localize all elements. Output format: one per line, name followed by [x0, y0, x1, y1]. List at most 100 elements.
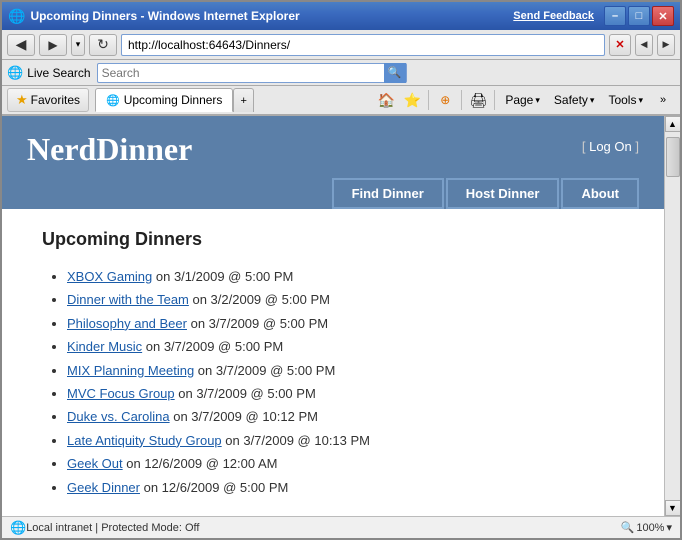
window-title: Upcoming Dinners - Windows Internet Expl… — [30, 9, 513, 23]
address-bar: ◀ ▶ ▾ ↻ ✕ ◀ ▶ — [2, 30, 680, 60]
page-menu[interactable]: Page ▾ — [499, 88, 546, 112]
site-title: NerdDinner — [27, 131, 192, 168]
title-bar: 🌐 Upcoming Dinners - Windows Internet Ex… — [2, 2, 680, 30]
safety-chevron: ▾ — [590, 95, 595, 106]
tab-bar: 🌐 Upcoming Dinners + — [95, 88, 254, 112]
list-item: XBOX Gaming on 3/1/2009 @ 5:00 PM — [67, 265, 624, 288]
address-input[interactable] — [121, 34, 605, 56]
back-button[interactable]: ◀ — [7, 34, 35, 56]
ie-tab-icon: 🌐 — [106, 94, 120, 107]
nav-dropdown[interactable]: ▾ — [71, 34, 85, 56]
zoom-chevron: ▾ — [666, 521, 672, 534]
upcoming-title: Upcoming Dinners — [42, 229, 624, 250]
bracket-close: ] — [635, 139, 639, 154]
log-on-area: [ Log On ] — [582, 139, 639, 154]
rss-icon[interactable]: ⊕ — [433, 88, 457, 112]
zoom-control[interactable]: 🔍 100% ▾ — [621, 521, 672, 534]
add-fav-icon[interactable]: ⭐ — [400, 88, 424, 112]
dinner-date: on 12/6/2009 @ 12:00 AM — [123, 456, 278, 471]
dinner-link[interactable]: XBOX Gaming — [67, 269, 152, 284]
site-header: NerdDinner [ Log On ] — [2, 116, 664, 168]
safety-menu[interactable]: Safety ▾ — [548, 88, 601, 112]
ie-logo-icon: 🌐 — [8, 8, 25, 25]
dinner-date: on 3/7/2009 @ 10:12 PM — [170, 409, 318, 424]
scroll-track[interactable] — [665, 132, 681, 500]
ie-logo-small: 🌐 — [7, 65, 23, 81]
toolbar: ★ Favorites 🌐 Upcoming Dinners + 🏠 ⭐ ⊕ 🖨… — [2, 86, 680, 116]
scroll-up-button[interactable]: ▲ — [665, 116, 681, 132]
bracket-open: [ — [582, 139, 589, 154]
maximize-button[interactable]: □ — [628, 6, 650, 26]
search-bar: 🌐 Live Search 🔍 — [2, 60, 680, 86]
list-item: Dinner with the Team on 3/2/2009 @ 5:00 … — [67, 288, 624, 311]
dinner-link[interactable]: Late Antiquity Study Group — [67, 433, 222, 448]
globe-status-icon: 🌐 — [10, 520, 26, 536]
dinner-date: on 3/7/2009 @ 5:00 PM — [187, 316, 328, 331]
new-tab-button[interactable]: + — [233, 88, 253, 112]
search-input[interactable] — [98, 66, 384, 80]
dinner-link[interactable]: Philosophy and Beer — [67, 316, 187, 331]
status-bar: 🌐 Local intranet | Protected Mode: Off 🔍… — [2, 516, 680, 538]
dinner-link[interactable]: Geek Dinner — [67, 480, 140, 495]
main-content: Upcoming Dinners XBOX Gaming on 3/1/2009… — [2, 209, 664, 516]
toolbar-right: 🏠 ⭐ ⊕ 🖨 Page ▾ Safety ▾ Tools ▾ » — [374, 88, 675, 112]
dinner-date: on 3/7/2009 @ 5:00 PM — [175, 386, 316, 401]
status-right: 🔍 100% ▾ — [621, 521, 672, 534]
tools-chevron: ▾ — [638, 95, 643, 106]
search-go-icon: 🔍 — [388, 66, 402, 79]
page-content: NerdDinner [ Log On ] Find Dinner Host D… — [2, 116, 664, 516]
list-item: MIX Planning Meeting on 3/7/2009 @ 5:00 … — [67, 359, 624, 382]
dinner-link[interactable]: Dinner with the Team — [67, 292, 189, 307]
home-icon[interactable]: 🏠 — [374, 88, 398, 112]
more-tools-icon[interactable]: » — [651, 88, 675, 112]
close-button[interactable]: ✕ — [652, 6, 674, 26]
stop-button[interactable]: ✕ — [609, 34, 631, 56]
find-dinner-tab[interactable]: Find Dinner — [332, 178, 444, 209]
refresh-button[interactable]: ↻ — [89, 34, 117, 56]
list-item: MVC Focus Group on 3/7/2009 @ 5:00 PM — [67, 382, 624, 405]
toolbar-separator-3 — [494, 90, 495, 110]
scroll-thumb[interactable] — [666, 137, 680, 177]
tools-menu[interactable]: Tools ▾ — [602, 88, 649, 112]
status-text: Local intranet | Protected Mode: Off — [26, 522, 199, 534]
dinner-date: on 3/7/2009 @ 5:00 PM — [142, 339, 283, 354]
feedback-link[interactable]: Send Feedback — [513, 10, 594, 22]
host-dinner-tab[interactable]: Host Dinner — [446, 178, 560, 209]
active-tab[interactable]: 🌐 Upcoming Dinners — [95, 88, 233, 112]
forward-button[interactable]: ▶ — [39, 34, 67, 56]
site-nav: Find Dinner Host Dinner About — [2, 168, 664, 209]
print-icon[interactable]: 🖨 — [466, 88, 490, 112]
search-label: Live Search — [27, 66, 90, 80]
page-label: Page — [505, 93, 533, 107]
search-go-button[interactable]: 🔍 — [384, 63, 406, 83]
dinner-date: on 3/7/2009 @ 10:13 PM — [222, 433, 370, 448]
dinner-date: on 3/1/2009 @ 5:00 PM — [152, 269, 293, 284]
list-item: Late Antiquity Study Group on 3/7/2009 @… — [67, 429, 624, 452]
list-item: Kinder Music on 3/7/2009 @ 5:00 PM — [67, 335, 624, 358]
log-on-link[interactable]: Log On — [589, 139, 632, 154]
dinner-date: on 12/6/2009 @ 5:00 PM — [140, 480, 288, 495]
content-wrapper: NerdDinner [ Log On ] Find Dinner Host D… — [2, 116, 680, 516]
list-item: Philosophy and Beer on 3/7/2009 @ 5:00 P… — [67, 312, 624, 335]
about-tab[interactable]: About — [561, 178, 639, 209]
dinner-link[interactable]: Duke vs. Carolina — [67, 409, 170, 424]
history-back[interactable]: ◀ — [635, 34, 653, 56]
list-item: Duke vs. Carolina on 3/7/2009 @ 10:12 PM — [67, 405, 624, 428]
scroll-down-button[interactable]: ▼ — [665, 500, 681, 516]
dinner-link[interactable]: MIX Planning Meeting — [67, 363, 194, 378]
toolbar-separator-1 — [428, 90, 429, 110]
search-box: 🔍 — [97, 63, 407, 83]
page-chevron: ▾ — [535, 95, 540, 106]
dinner-list: XBOX Gaming on 3/1/2009 @ 5:00 PMDinner … — [42, 265, 624, 499]
tools-label: Tools — [608, 93, 636, 107]
zoom-icon: 🔍 — [621, 521, 635, 534]
dinner-link[interactable]: Geek Out — [67, 456, 123, 471]
favorites-button[interactable]: ★ Favorites — [7, 88, 89, 112]
dinner-date: on 3/2/2009 @ 5:00 PM — [189, 292, 330, 307]
history-forward[interactable]: ▶ — [657, 34, 675, 56]
dinner-link[interactable]: Kinder Music — [67, 339, 142, 354]
toolbar-separator-2 — [461, 90, 462, 110]
minimize-button[interactable]: – — [604, 6, 626, 26]
scrollbar: ▲ ▼ — [664, 116, 680, 516]
dinner-link[interactable]: MVC Focus Group — [67, 386, 175, 401]
